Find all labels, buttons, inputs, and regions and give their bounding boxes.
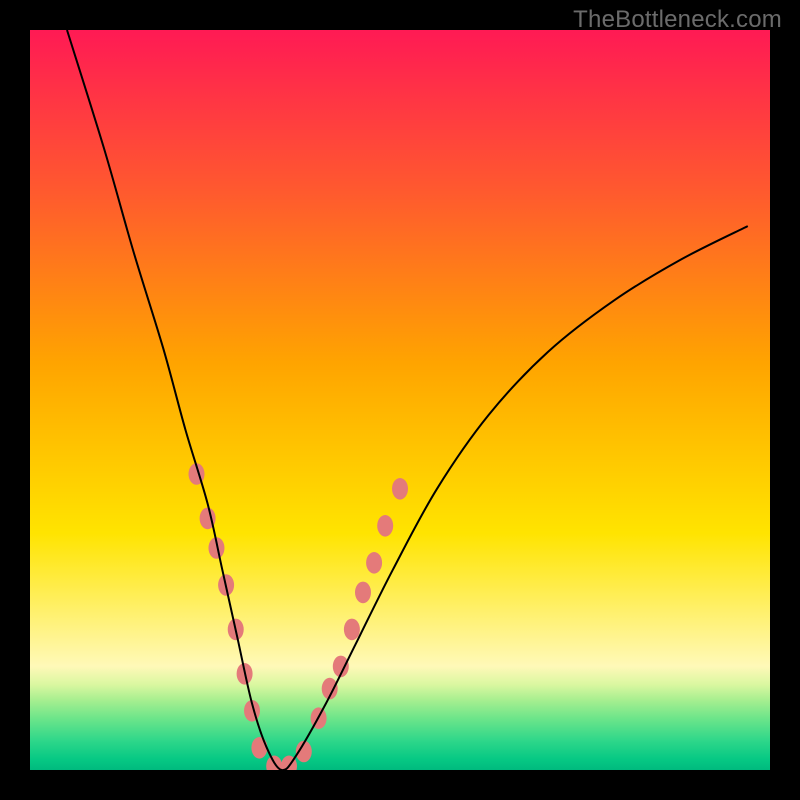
data-dot (366, 552, 382, 574)
chart-stage: TheBottleneck.com (0, 0, 800, 800)
data-dot (392, 478, 408, 500)
plot-svg (30, 30, 770, 770)
plot-area (30, 30, 770, 770)
data-dot (355, 582, 371, 604)
data-dot (251, 737, 267, 759)
chart-background (30, 30, 770, 770)
data-dot (344, 619, 360, 641)
data-dot (377, 515, 393, 537)
